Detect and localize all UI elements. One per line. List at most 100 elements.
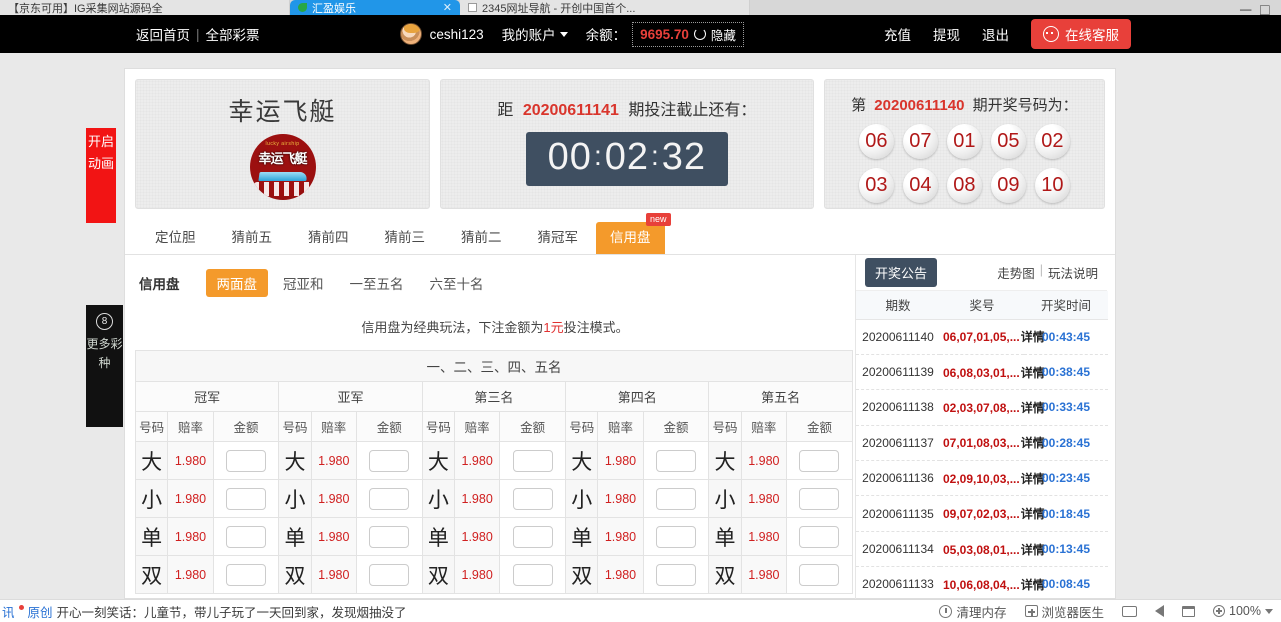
bet-option-name[interactable]: 单 xyxy=(136,518,168,556)
close-icon[interactable]: ✕ xyxy=(443,1,452,14)
bet-amount-input[interactable] xyxy=(226,488,266,510)
sub-tab-liuzhishiming[interactable]: 六至十名 xyxy=(419,269,495,297)
clean-memory-button[interactable]: 清理内存 xyxy=(939,602,1006,621)
bet-option-name[interactable]: 双 xyxy=(136,556,168,594)
browser-tab-3-title: 2345网址导航 - 开创中国首个... xyxy=(482,0,635,15)
zoom-level-label: 100% xyxy=(1229,604,1261,618)
bet-option-name[interactable]: 小 xyxy=(136,480,168,518)
bet-amount-cell xyxy=(213,480,279,518)
tab-caiqianwu[interactable]: 猜前五 xyxy=(214,222,291,254)
header-right-links: 充值 提现 退出 在线客服 xyxy=(884,19,1131,49)
tab-caiqiansi[interactable]: 猜前四 xyxy=(290,222,367,254)
withdraw-link[interactable]: 提现 xyxy=(933,24,960,44)
boat-icon xyxy=(258,172,307,181)
bet-option-name[interactable]: 小 xyxy=(709,480,741,518)
home-link[interactable]: 返回首页 xyxy=(136,24,190,44)
avatar xyxy=(400,23,422,45)
bet-option-name[interactable]: 单 xyxy=(422,518,454,556)
tab-caiqianer[interactable]: 猜前二 xyxy=(443,222,520,254)
hide-balance-label[interactable]: 隐藏 xyxy=(711,25,736,44)
tab-dingweidan[interactable]: 定位胆 xyxy=(137,222,214,254)
rules-link[interactable]: 玩法说明 xyxy=(1048,263,1098,282)
recharge-link[interactable]: 充值 xyxy=(884,24,911,44)
draw-ball: 09 xyxy=(991,168,1026,203)
bet-option-name[interactable]: 大 xyxy=(136,442,168,480)
bet-amount-input[interactable] xyxy=(799,450,839,472)
bet-option-name[interactable]: 小 xyxy=(566,480,598,518)
announcement-button[interactable]: 开奖公告 xyxy=(865,258,937,287)
tab-caiqiansan[interactable]: 猜前三 xyxy=(367,222,444,254)
more-lottery-button[interactable]: 8 更多彩种 xyxy=(86,305,123,427)
bet-amount-input[interactable] xyxy=(656,564,696,586)
bet-amount-input[interactable] xyxy=(226,450,266,472)
bet-amount-input[interactable] xyxy=(656,488,696,510)
my-account-menu[interactable]: 我的账户 xyxy=(502,24,568,44)
bet-option-name[interactable]: 双 xyxy=(422,556,454,594)
bet-amount-input[interactable] xyxy=(513,488,553,510)
browser-doctor-button[interactable]: 浏览器医生 xyxy=(1025,602,1105,621)
bet-amount-input[interactable] xyxy=(656,450,696,472)
bet-option-name[interactable]: 大 xyxy=(422,442,454,480)
sub-tab-liangmianpan[interactable]: 两面盘 xyxy=(206,269,269,297)
bet-option-name[interactable]: 小 xyxy=(279,480,311,518)
trend-chart-link[interactable]: 走势图 xyxy=(997,263,1035,282)
bet-option-odds: 1.980 xyxy=(311,556,356,594)
browser-tab-1[interactable]: 【京东可用】IG采集网站源码全 xyxy=(0,0,290,15)
browser-tab-2[interactable]: 汇盈娱乐 ✕ xyxy=(290,0,460,15)
bet-option-name[interactable]: 双 xyxy=(709,556,741,594)
maximize-icon[interactable]: □ xyxy=(1260,2,1274,13)
sub-tab-guanyahe[interactable]: 冠亚和 xyxy=(272,269,335,297)
bet-amount-input[interactable] xyxy=(369,450,409,472)
bet-option-name[interactable]: 单 xyxy=(566,518,598,556)
bet-amount-input[interactable] xyxy=(369,488,409,510)
bet-amount-input[interactable] xyxy=(799,526,839,548)
tab-xinyongpan[interactable]: 信用盘 new xyxy=(596,222,665,254)
bet-amount-input[interactable] xyxy=(799,488,839,510)
bet-amount-cell xyxy=(213,518,279,556)
balance-box[interactable]: 9695.70 隐藏 xyxy=(632,22,744,47)
draw-history-body: 2020061114006,07,01,05,...详情00:43:452020… xyxy=(856,319,1108,599)
toggle-animation-button[interactable]: 开启动画 xyxy=(86,128,116,223)
bet-amount-input[interactable] xyxy=(513,526,553,548)
bet-option-name[interactable]: 单 xyxy=(279,518,311,556)
gauge-icon xyxy=(939,605,952,618)
draw-history-table: 期数 奖号 开奖时间 2020061114006,07,01,05,...详情0… xyxy=(856,291,1108,599)
bet-amount-input[interactable] xyxy=(656,526,696,548)
bet-option-name[interactable]: 双 xyxy=(279,556,311,594)
logout-link[interactable]: 退出 xyxy=(982,24,1009,44)
flag-icon[interactable] xyxy=(1122,606,1137,617)
bet-amount-input[interactable] xyxy=(513,564,553,586)
customer-service-button[interactable]: 在线客服 xyxy=(1031,19,1131,49)
leaf-icon xyxy=(298,3,307,12)
browser-tab-3[interactable]: 2345网址导航 - 开创中国首个... xyxy=(460,0,750,15)
bet-option-odds: 1.980 xyxy=(598,556,643,594)
bet-amount-input[interactable] xyxy=(226,526,266,548)
tab-caiguanjun[interactable]: 猜冠军 xyxy=(520,222,597,254)
news-ticker[interactable]: 讯 原创 开心一刻笑话：儿童节，带儿子玩了一天回到家，发现烟抽没了 xyxy=(0,602,407,621)
bet-amount-input[interactable] xyxy=(513,450,553,472)
header-separator: | xyxy=(196,27,200,42)
zoom-control[interactable]: 100% xyxy=(1213,604,1273,618)
header-account-area: ceshi123 我的账户 余额： 9695.70 隐藏 xyxy=(400,22,744,47)
logo-text: 幸运飞艇 xyxy=(250,148,316,167)
bet-option-odds: 1.980 xyxy=(741,442,786,480)
all-lottery-link[interactable]: 全部彩票 xyxy=(206,24,260,44)
bet-option-name[interactable]: 大 xyxy=(566,442,598,480)
bet-option-name[interactable]: 大 xyxy=(709,442,741,480)
speaker-icon[interactable] xyxy=(1155,605,1164,617)
history-issue: 20200611137 xyxy=(856,425,940,460)
bet-amount-input[interactable] xyxy=(799,564,839,586)
bet-option-name[interactable]: 双 xyxy=(566,556,598,594)
status-bar-tools: 清理内存 浏览器医生 100% xyxy=(939,602,1281,621)
news-headline[interactable]: 开心一刻笑话：儿童节，带儿子玩了一天回到家，发现烟抽没了 xyxy=(57,602,407,621)
window-icon[interactable] xyxy=(1182,606,1195,617)
bet-option-name[interactable]: 单 xyxy=(709,518,741,556)
bet-amount-input[interactable] xyxy=(226,564,266,586)
bet-amount-input[interactable] xyxy=(369,526,409,548)
bet-option-name[interactable]: 大 xyxy=(279,442,311,480)
bet-option-name[interactable]: 小 xyxy=(422,480,454,518)
refresh-icon[interactable] xyxy=(694,28,706,40)
minimize-icon[interactable]: ─ xyxy=(1240,2,1254,13)
bet-amount-input[interactable] xyxy=(369,564,409,586)
sub-tab-yizhiwuming[interactable]: 一至五名 xyxy=(339,269,415,297)
